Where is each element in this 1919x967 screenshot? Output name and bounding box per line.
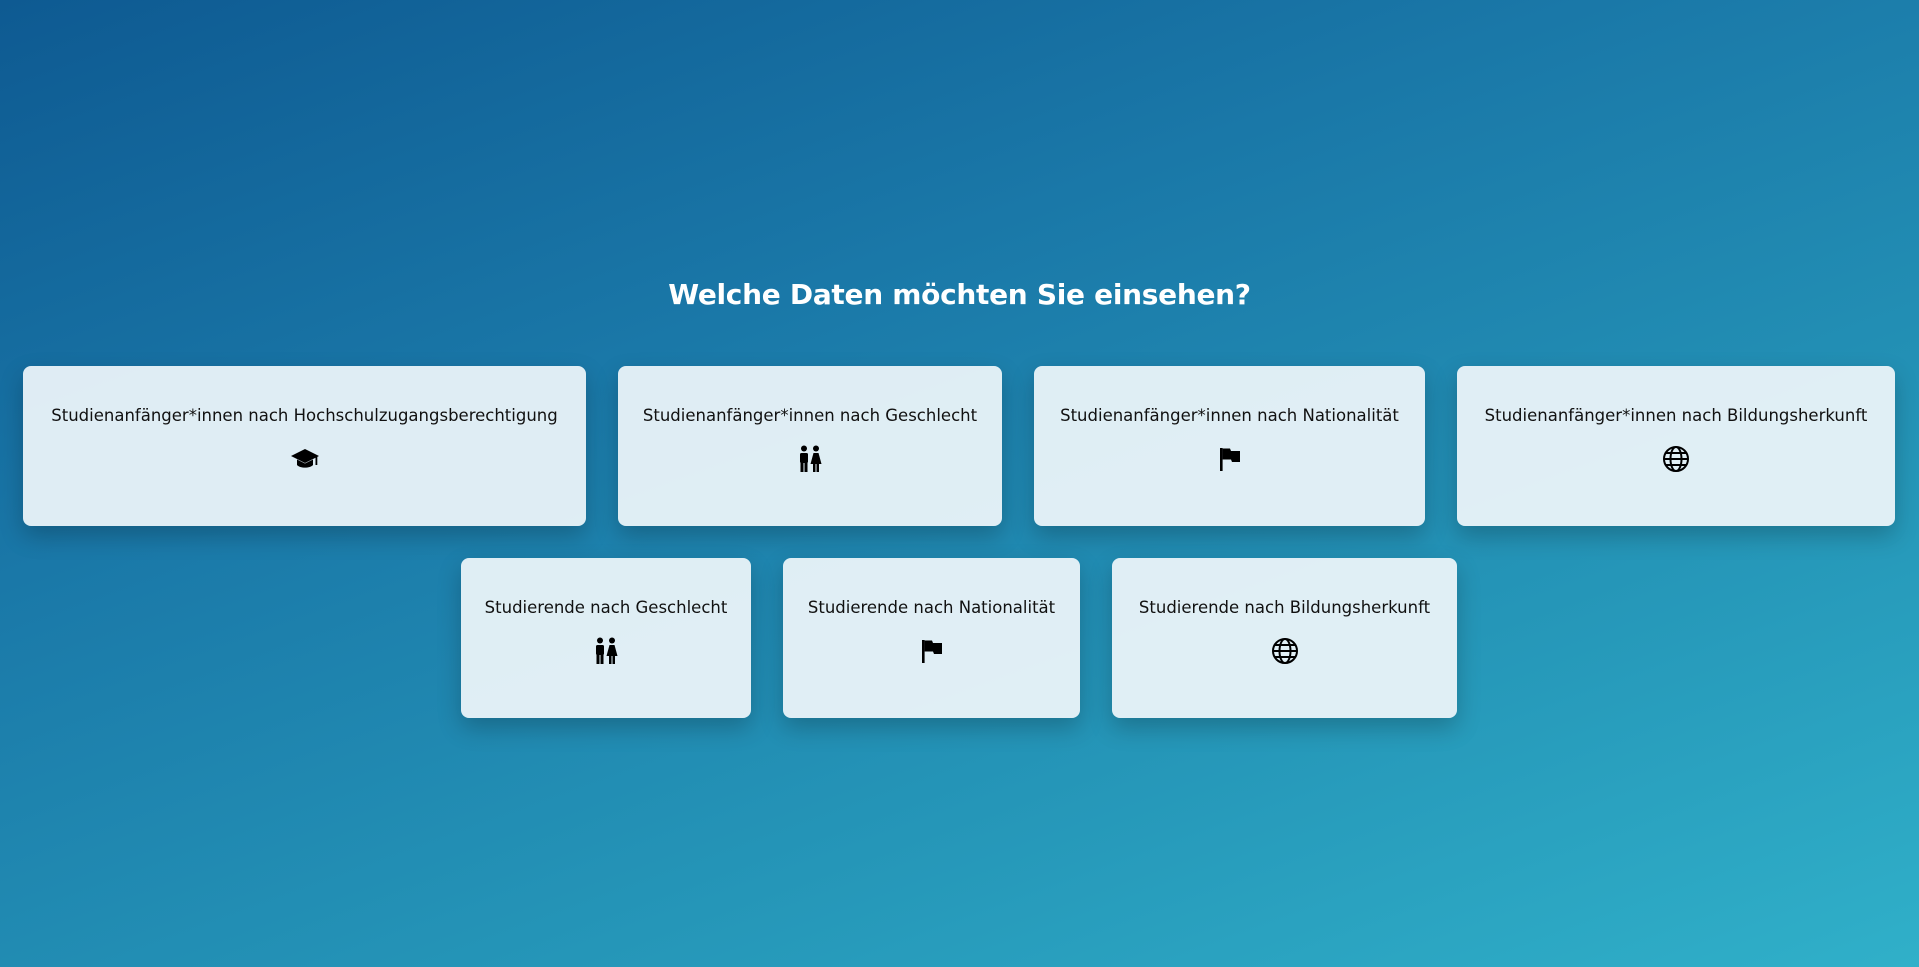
card-label: Studienanfänger*innen nach Hochschulzuga…: [51, 406, 558, 425]
graduation-cap-icon: [290, 444, 320, 474]
male-female-icon: [591, 636, 621, 666]
card-studierende-geschlecht[interactable]: Studierende nach Geschlecht: [461, 558, 751, 718]
page-title: Welche Daten möchten Sie einsehen?: [668, 278, 1251, 311]
flag-icon: [1215, 444, 1245, 474]
card-label: Studierende nach Nationalität: [807, 598, 1056, 617]
card-studierende-nationalitaet[interactable]: Studierende nach Nationalität: [783, 558, 1080, 718]
card-studienanfaenger-geschlecht[interactable]: Studienanfänger*innen nach Geschlecht: [618, 366, 1002, 526]
globe-icon: [1661, 444, 1691, 474]
card-studienanfaenger-nationalitaet[interactable]: Studienanfänger*innen nach Nationalität: [1034, 366, 1425, 526]
card-label: Studierende nach Geschlecht: [484, 598, 728, 617]
card-label: Studienanfänger*innen nach Nationalität: [1060, 406, 1399, 425]
male-female-icon: [795, 444, 825, 474]
flag-icon: [917, 636, 947, 666]
card-label: Studienanfänger*innen nach Geschlecht: [642, 406, 978, 425]
card-studienanfaenger-hochschulzugangsberechtigung[interactable]: Studienanfänger*innen nach Hochschulzuga…: [23, 366, 586, 526]
globe-icon: [1270, 636, 1300, 666]
card-row-1: Studienanfänger*innen nach Hochschulzuga…: [0, 366, 1919, 526]
card-label: Studienanfänger*innen nach Bildungsherku…: [1484, 406, 1868, 425]
card-row-2: Studierende nach Geschlecht Studierende …: [0, 558, 1919, 718]
card-label: Studierende nach Bildungsherkunft: [1138, 598, 1431, 617]
card-studienanfaenger-bildungsherkunft[interactable]: Studienanfänger*innen nach Bildungsherku…: [1457, 366, 1895, 526]
card-studierende-bildungsherkunft[interactable]: Studierende nach Bildungsherkunft: [1112, 558, 1457, 718]
